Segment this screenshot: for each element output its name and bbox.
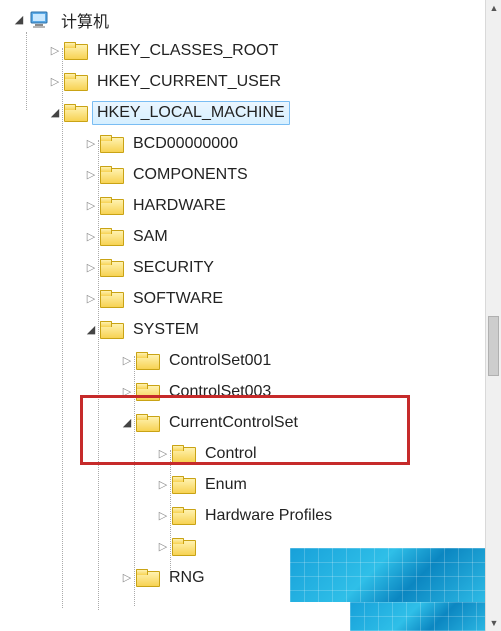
folder-icon <box>100 290 122 308</box>
expand-icon[interactable]: ▷ <box>156 540 170 554</box>
expand-icon[interactable]: ▷ <box>48 44 62 58</box>
tree-label: ControlSet001 <box>164 349 276 373</box>
tree-node-hardware-profiles[interactable]: ▷ Hardware Profiles <box>0 500 485 531</box>
expand-icon[interactable]: ▷ <box>84 230 98 244</box>
tree-label: SECURITY <box>128 256 219 280</box>
tree-label: CurrentControlSet <box>164 411 303 435</box>
folder-icon <box>64 104 86 122</box>
folder-icon <box>64 73 86 91</box>
tree-label: Enum <box>200 473 252 497</box>
tree-label: HKEY_CURRENT_USER <box>92 70 286 94</box>
tree-node-bcd[interactable]: ▷ BCD00000000 <box>0 128 485 159</box>
censored-region <box>290 548 485 602</box>
tree-label: SAM <box>128 225 173 249</box>
folder-icon <box>172 476 194 494</box>
scroll-up-button[interactable]: ▲ <box>486 0 501 16</box>
collapse-icon[interactable]: ◢ <box>12 13 26 27</box>
scroll-track[interactable] <box>486 16 501 615</box>
expand-icon[interactable]: ▷ <box>84 168 98 182</box>
collapse-icon[interactable]: ◢ <box>48 106 62 120</box>
folder-icon <box>64 42 86 60</box>
expand-icon[interactable]: ▷ <box>84 292 98 306</box>
tree-node-hardware[interactable]: ▷ HARDWARE <box>0 190 485 221</box>
folder-icon <box>172 445 194 463</box>
tree-label: 计算机 <box>56 5 114 35</box>
expand-icon[interactable]: ▷ <box>156 447 170 461</box>
folder-icon <box>100 228 122 246</box>
registry-tree: ◢ 计算机 ▷ HKEY_CLASSES_ROOT ▷ HKEY_CURRENT… <box>0 0 485 631</box>
tree-label <box>200 544 210 550</box>
folder-icon <box>100 197 122 215</box>
tree-node-computer[interactable]: ◢ 计算机 <box>0 4 485 35</box>
folder-icon <box>136 352 158 370</box>
collapse-icon[interactable]: ◢ <box>120 416 134 430</box>
tree-node-hkcu[interactable]: ▷ HKEY_CURRENT_USER <box>0 66 485 97</box>
scroll-down-button[interactable]: ▼ <box>486 615 501 631</box>
expand-icon[interactable]: ▷ <box>84 137 98 151</box>
folder-icon <box>136 414 158 432</box>
tree-label: ControlSet003 <box>164 380 276 404</box>
tree-node-security[interactable]: ▷ SECURITY <box>0 252 485 283</box>
expand-icon[interactable]: ▷ <box>120 571 134 585</box>
expand-icon[interactable]: ▷ <box>120 354 134 368</box>
folder-icon <box>100 321 122 339</box>
folder-icon <box>172 538 194 556</box>
tree-node-components[interactable]: ▷ COMPONENTS <box>0 159 485 190</box>
expand-icon[interactable]: ▷ <box>48 75 62 89</box>
tree-label: Hardware Profiles <box>200 504 337 528</box>
folder-icon <box>172 507 194 525</box>
tree-node-system[interactable]: ◢ SYSTEM <box>0 314 485 345</box>
expand-icon[interactable]: ▷ <box>156 509 170 523</box>
tree-node-control[interactable]: ▷ Control <box>0 438 485 469</box>
tree-guide <box>98 140 99 610</box>
tree-node-hkcr[interactable]: ▷ HKEY_CLASSES_ROOT <box>0 35 485 66</box>
tree-guide <box>134 356 135 606</box>
folder-icon <box>136 383 158 401</box>
tree-guide <box>62 48 63 608</box>
tree-guide <box>170 450 171 570</box>
tree-node-controlset003[interactable]: ▷ ControlSet003 <box>0 376 485 407</box>
tree-node-sam[interactable]: ▷ SAM <box>0 221 485 252</box>
vertical-scrollbar[interactable]: ▲ ▼ <box>485 0 501 631</box>
expand-icon[interactable]: ▷ <box>84 199 98 213</box>
folder-icon <box>100 135 122 153</box>
scroll-thumb[interactable] <box>488 316 499 376</box>
tree-label: HKEY_CLASSES_ROOT <box>92 39 283 63</box>
tree-label: Control <box>200 442 262 466</box>
tree-node-software[interactable]: ▷ SOFTWARE <box>0 283 485 314</box>
folder-icon <box>136 569 158 587</box>
folder-icon <box>100 166 122 184</box>
tree-label: HARDWARE <box>128 194 231 218</box>
tree-label: HKEY_LOCAL_MACHINE <box>92 101 290 125</box>
expand-icon[interactable]: ▷ <box>156 478 170 492</box>
tree-guide <box>26 32 27 110</box>
collapse-icon[interactable]: ◢ <box>84 323 98 337</box>
tree-node-controlset001[interactable]: ▷ ControlSet001 <box>0 345 485 376</box>
expand-icon[interactable]: ▷ <box>84 261 98 275</box>
expand-icon[interactable]: ▷ <box>120 385 134 399</box>
tree-label: SOFTWARE <box>128 287 228 311</box>
tree-node-enum[interactable]: ▷ Enum <box>0 469 485 500</box>
tree-node-hklm[interactable]: ◢ HKEY_LOCAL_MACHINE <box>0 97 485 128</box>
tree-label: COMPONENTS <box>128 163 253 187</box>
tree-label: SYSTEM <box>128 318 204 342</box>
tree-label: BCD00000000 <box>128 132 243 156</box>
folder-icon <box>100 259 122 277</box>
computer-icon <box>28 11 50 29</box>
tree-node-currentcontrolset[interactable]: ◢ CurrentControlSet <box>0 407 485 438</box>
censored-region <box>350 602 485 631</box>
